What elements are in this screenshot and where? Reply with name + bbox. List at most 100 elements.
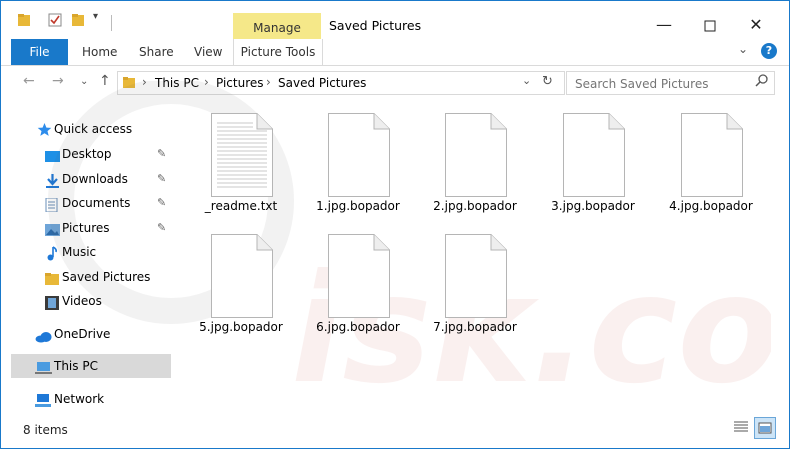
minimize-button[interactable]: — — [641, 11, 687, 39]
sidebar-item-label: Network — [54, 392, 105, 406]
file-name: _readme.txt — [204, 199, 278, 213]
download-icon — [45, 172, 60, 188]
file-name: 6.jpg.bopador — [316, 320, 400, 334]
sidebar-item-label: Quick access — [54, 122, 133, 136]
file-item[interactable]: 1.jpg.bopador — [298, 101, 408, 217]
pin-icon[interactable]: ✎ — [157, 216, 166, 240]
blank-file-icon — [328, 113, 390, 197]
blank-file-icon — [563, 113, 625, 197]
file-item[interactable]: _readme.txt — [181, 101, 291, 217]
file-name: 1.jpg.bopador — [316, 199, 400, 213]
sidebar-item-network[interactable]: Network — [1, 387, 171, 411]
file-item[interactable]: 4.jpg.bopador — [651, 101, 761, 217]
forward-icon[interactable]: → — [52, 73, 64, 89]
file-name: 3.jpg.bopador — [551, 199, 635, 213]
desktop-icon — [45, 147, 60, 162]
breadcrumb-separator-icon[interactable]: › — [142, 75, 147, 89]
details-view-icon[interactable] — [733, 419, 751, 437]
file-name: 4.jpg.bopador — [669, 199, 753, 213]
manage-context-tab[interactable]: Manage — [233, 13, 321, 39]
back-icon[interactable]: ← — [23, 73, 35, 89]
videos-icon — [45, 294, 60, 310]
folder-icon — [45, 270, 60, 285]
breadcrumb-separator-icon[interactable]: › — [204, 75, 209, 89]
sidebar-item-label: This PC — [54, 359, 98, 373]
blank-file-icon — [445, 113, 507, 197]
breadcrumb-this-pc[interactable]: This PC — [155, 76, 199, 90]
file-name: 7.jpg.bopador — [433, 320, 517, 334]
blank-file-icon — [445, 234, 507, 318]
close-button[interactable]: ✕ — [733, 11, 779, 39]
breadcrumb-pictures[interactable]: Pictures — [216, 76, 264, 90]
expand-ribbon-icon[interactable]: ⌄ — [738, 42, 748, 56]
pin-icon[interactable]: ✎ — [157, 142, 166, 166]
pin-icon[interactable]: ✎ — [157, 167, 166, 191]
sidebar-item-downloads[interactable]: Downloads ✎ — [1, 167, 171, 191]
breadcrumb-separator-icon[interactable]: › — [266, 75, 271, 89]
file-item[interactable]: 7.jpg.bopador — [415, 222, 525, 338]
address-history-icon[interactable]: ⌄ — [522, 74, 531, 87]
blank-file-icon — [681, 113, 743, 197]
pin-icon[interactable]: ✎ — [157, 191, 166, 215]
blank-file-icon — [211, 234, 273, 318]
large-icons-view-icon[interactable] — [754, 417, 776, 439]
sidebar-item-desktop[interactable]: Desktop ✎ — [1, 142, 171, 166]
sidebar-item-label: Music — [62, 245, 97, 259]
sidebar-item-label: Saved Pictures — [62, 270, 151, 284]
refresh-icon[interactable]: ↻ — [542, 74, 553, 89]
sidebar-item-label: OneDrive — [54, 327, 111, 341]
search-input[interactable] — [573, 75, 752, 92]
sidebar-item-saved-pictures[interactable]: Saved Pictures — [1, 265, 171, 289]
folder-icon — [17, 13, 31, 30]
new-folder-icon[interactable] — [71, 13, 85, 30]
sidebar-item-label: Documents — [62, 196, 131, 210]
recent-locations-icon[interactable]: ⌄ — [80, 76, 88, 87]
file-item[interactable]: 6.jpg.bopador — [298, 222, 408, 338]
sidebar-item-this-pc[interactable]: This PC — [11, 354, 171, 378]
window-title: Saved Pictures — [329, 18, 422, 33]
tab-share[interactable]: Share — [139, 39, 174, 65]
search-box[interactable] — [566, 71, 775, 95]
sidebar-item-pictures[interactable]: Pictures ✎ — [1, 216, 171, 240]
maximize-button[interactable] — [687, 11, 733, 39]
file-item[interactable]: 3.jpg.bopador — [533, 101, 643, 217]
blank-file-icon — [328, 234, 390, 318]
ribbon-tabs: File Home Share View Picture Tools ⌄ ? — [1, 39, 789, 66]
music-icon — [45, 245, 60, 261]
file-item[interactable]: 5.jpg.bopador — [181, 222, 291, 338]
navigation-pane: Quick access Desktop ✎ Downloads ✎ Docum… — [1, 101, 173, 421]
toolbar-divider — [111, 15, 112, 31]
folder-icon — [123, 76, 136, 92]
file-name: 5.jpg.bopador — [199, 320, 283, 334]
title-bar: ▾ Manage Saved Pictures — ✕ — [1, 1, 789, 39]
up-icon[interactable]: ↑ — [99, 73, 111, 89]
pictures-icon — [45, 221, 60, 236]
sidebar-item-label: Downloads — [62, 172, 128, 186]
breadcrumb-saved-pictures[interactable]: Saved Pictures — [278, 76, 366, 90]
sidebar-item-label: Pictures — [62, 221, 110, 235]
cloud-icon — [35, 327, 52, 343]
tab-file[interactable]: File — [11, 39, 68, 65]
status-item-count: 8 items — [23, 423, 68, 437]
tab-view[interactable]: View — [194, 39, 222, 65]
help-icon[interactable]: ? — [761, 43, 777, 59]
sidebar-item-label: Desktop — [62, 147, 112, 161]
star-icon — [37, 121, 52, 136]
search-icon[interactable] — [755, 74, 768, 91]
computer-icon — [35, 359, 52, 374]
properties-icon[interactable] — [48, 13, 62, 30]
sidebar-item-onedrive[interactable]: OneDrive — [1, 322, 171, 346]
tab-picture-tools[interactable]: Picture Tools — [233, 39, 323, 65]
file-item[interactable]: 2.jpg.bopador — [415, 101, 525, 217]
sidebar-item-videos[interactable]: Videos — [1, 289, 171, 313]
network-icon — [35, 392, 51, 407]
file-name: 2.jpg.bopador — [433, 199, 517, 213]
sidebar-item-quick-access[interactable]: Quick access — [1, 117, 171, 141]
text-document-icon — [211, 113, 273, 197]
customize-toolbar-icon[interactable]: ▾ — [93, 11, 98, 22]
address-bar[interactable]: › This PC › Pictures › Saved Pictures ⌄ … — [117, 71, 565, 95]
sidebar-item-documents[interactable]: Documents ✎ — [1, 191, 171, 215]
sidebar-item-music[interactable]: Music — [1, 240, 171, 264]
tab-home[interactable]: Home — [82, 39, 117, 65]
file-list: _readme.txt 1.jpg.bopador 2.jpg.bopador … — [181, 101, 781, 421]
